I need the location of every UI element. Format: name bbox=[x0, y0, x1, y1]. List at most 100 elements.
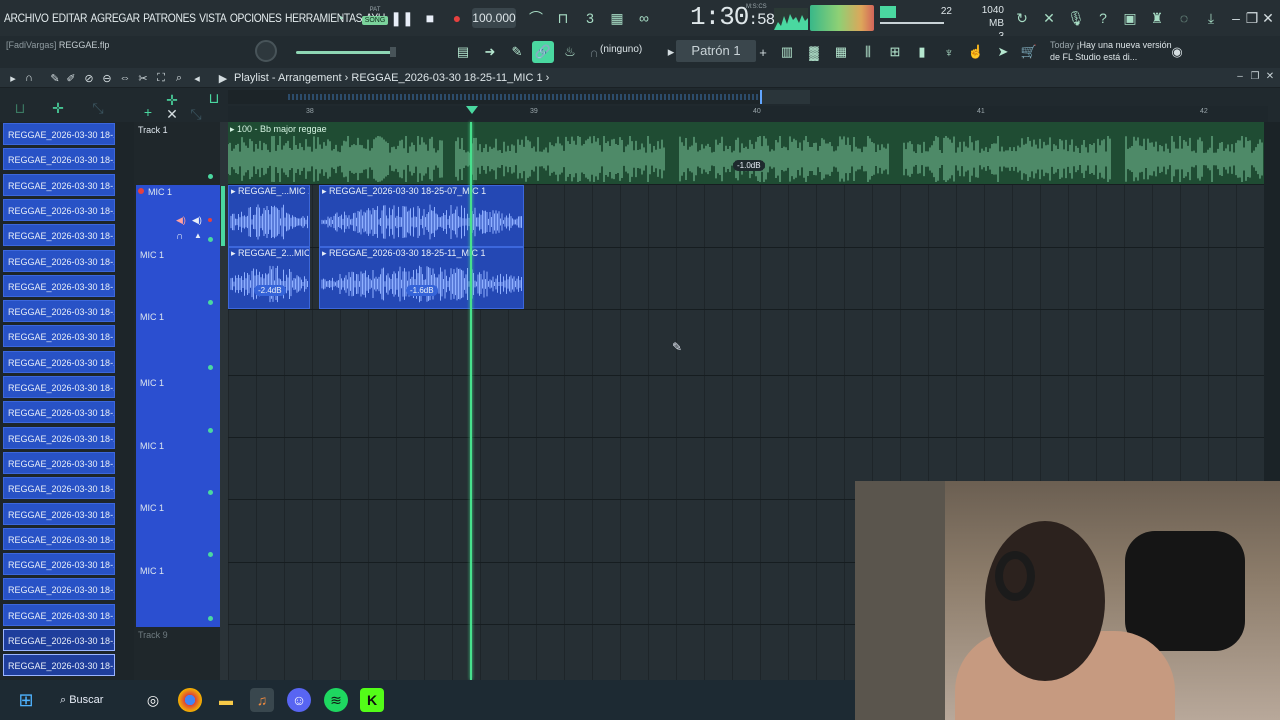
track-active-dot[interactable] bbox=[208, 616, 213, 621]
tempo-display[interactable]: 100.000 bbox=[472, 8, 516, 28]
save-icon[interactable]: ▣ bbox=[1120, 8, 1140, 28]
wait-input-icon[interactable]: ⊓ bbox=[553, 8, 573, 28]
browser-clip-item[interactable]: REGGAE_2026-03-30 18-... bbox=[3, 401, 115, 424]
menu-opciones[interactable]: OPCIONES bbox=[230, 11, 282, 25]
windows-start-icon[interactable]: ⊞ bbox=[14, 688, 38, 712]
touch-keyboard-icon[interactable]: ☝ bbox=[965, 41, 987, 63]
track-header-mic[interactable]: MIC 1 bbox=[136, 497, 220, 559]
record-icon[interactable]: ● bbox=[447, 8, 467, 28]
track-active-dot[interactable] bbox=[208, 428, 213, 433]
pause-icon[interactable]: ❚❚ bbox=[390, 8, 413, 28]
track-active-dot[interactable] bbox=[208, 237, 213, 242]
channel-rack-icon[interactable]: ▓ bbox=[803, 41, 825, 63]
browser-clip-item[interactable]: REGGAE_2026-03-30 18-... bbox=[3, 451, 115, 474]
link-icon[interactable]: 🔗 bbox=[532, 41, 554, 63]
playlist-maximize-icon[interactable]: ❐ bbox=[1248, 71, 1262, 85]
paint-icon[interactable]: ✐ bbox=[64, 71, 78, 85]
browser-clip-item[interactable]: REGGAE_2026-03-30 18-... bbox=[3, 654, 115, 677]
spotlight-icon[interactable]: ◎ bbox=[141, 688, 165, 712]
folder-icon[interactable]: ▬ bbox=[214, 688, 238, 712]
taskbar-search[interactable]: ⌕ Buscar bbox=[60, 688, 128, 712]
speaker-icon[interactable]: ◀) bbox=[176, 215, 186, 226]
browser-clip-item[interactable]: REGGAE_2026-03-30 18-... bbox=[3, 300, 115, 323]
menu-archivo[interactable]: ARCHIVO bbox=[4, 11, 49, 25]
browser-icon[interactable]: ⊞ bbox=[884, 41, 906, 63]
record-arm-icon[interactable]: ◔ bbox=[330, 8, 350, 28]
track-active-dot[interactable] bbox=[208, 365, 213, 370]
browser-toggle-icon[interactable]: ⊔ bbox=[12, 100, 28, 116]
piano-roll-icon[interactable]: ▤ bbox=[452, 41, 474, 63]
one-click-icon[interactable]: ➤ bbox=[992, 41, 1014, 63]
playlist-close-icon[interactable]: ✕ bbox=[1263, 71, 1277, 85]
browser-clip-item[interactable]: REGGAE_2026-03-30 18-... bbox=[3, 123, 115, 145]
spotify-icon[interactable]: ≋ bbox=[324, 688, 348, 712]
store-icon[interactable]: 🛒 bbox=[1018, 41, 1040, 63]
close-icon[interactable]: ✕ bbox=[1258, 8, 1278, 28]
plugin-db-icon[interactable]: ▮ bbox=[911, 41, 933, 63]
browser-clip-item[interactable]: REGGAE_2026-03-30 18-... bbox=[3, 148, 115, 171]
pat-song-toggle[interactable]: PAT SONG bbox=[362, 7, 388, 29]
browser-clip-item[interactable]: REGGAE_2026-03-30 18-... bbox=[3, 198, 115, 221]
master-pitch-slider[interactable] bbox=[296, 47, 396, 57]
audio-clip-vocal[interactable]: ▸ REGGAE_2026-03-30 18-25-11_MIC 1 bbox=[319, 247, 524, 309]
menu-agregar[interactable]: AGREGAR bbox=[91, 11, 141, 25]
browser-clip-item[interactable]: REGGAE_2026-03-30 18-... bbox=[3, 376, 115, 398]
track-header-mic[interactable]: MIC 1 bbox=[136, 247, 220, 309]
track-name[interactable]: Track 1 bbox=[138, 125, 168, 135]
add-track-icon[interactable]: + bbox=[140, 104, 156, 120]
playlist-overview-scrollbar[interactable] bbox=[228, 90, 810, 104]
zoom-icon[interactable]: ⌕ bbox=[172, 71, 186, 85]
track-header-mic[interactable]: MIC 1 ◀) ◀) ∩ ▲ bbox=[136, 185, 220, 247]
slip-icon[interactable]: ⇔ bbox=[118, 71, 132, 85]
track-header-mic[interactable]: MIC 1 bbox=[136, 559, 220, 627]
track-header-mic[interactable]: MIC 1 bbox=[136, 309, 220, 372]
audio-clip-vocal[interactable]: ▸ REGGAE_...MIC 1 bbox=[228, 185, 310, 247]
pencil-icon[interactable]: ✎ bbox=[506, 41, 528, 63]
microphone-icon[interactable]: 🎙 bbox=[1066, 8, 1086, 28]
menu-herramientas[interactable]: HERRAMIENTAS bbox=[285, 11, 362, 25]
track-active-dot[interactable] bbox=[208, 300, 213, 305]
track-group-icon[interactable]: ⊔ bbox=[206, 90, 222, 106]
playlist-menu-icon[interactable]: ▸ bbox=[6, 71, 20, 85]
playback-icon[interactable]: ◂ bbox=[190, 71, 204, 85]
browser-clip-item[interactable]: REGGAE_2026-03-30 18-... bbox=[3, 224, 115, 247]
playhead[interactable] bbox=[470, 122, 472, 680]
menu-vista[interactable]: VISTA bbox=[199, 11, 227, 25]
menu-editar[interactable]: EDITAR bbox=[52, 11, 87, 25]
piano-icon[interactable]: ▦ bbox=[830, 41, 852, 63]
audio-clip-beat[interactable]: ▸ 100 - Bb major reggae bbox=[228, 122, 1264, 184]
master-volume-knob[interactable] bbox=[255, 40, 277, 62]
track-name[interactable]: Track 9 bbox=[138, 630, 168, 640]
undo-history-icon[interactable]: ↻ bbox=[1012, 8, 1032, 28]
plugin-icon[interactable]: ♜ bbox=[1147, 8, 1167, 28]
kick-icon[interactable]: K bbox=[360, 688, 384, 712]
up-arrow-icon[interactable]: ▲ bbox=[194, 231, 202, 240]
browser-clip-item[interactable]: REGGAE_2026-03-30 18-... bbox=[3, 527, 115, 550]
step-edit-icon[interactable]: ▦ bbox=[607, 8, 627, 28]
news-panel[interactable]: Today ¡Hay una nueva versión de FL Studi… bbox=[1050, 39, 1172, 63]
track-active-dot[interactable] bbox=[208, 552, 213, 557]
mixer-view-icon[interactable]: ⫼ bbox=[857, 41, 879, 63]
chrome-icon[interactable] bbox=[178, 688, 202, 712]
fl-studio-icon[interactable]: ♫ bbox=[250, 688, 274, 712]
loop-record-icon[interactable]: ∞ bbox=[634, 8, 654, 28]
metronome-icon[interactable]: ⌒ bbox=[526, 8, 546, 28]
help-icon[interactable]: ? bbox=[1093, 8, 1113, 28]
magnet-snap-icon[interactable]: ∩ bbox=[22, 71, 36, 85]
plugin-picker-icon[interactable]: ♆ bbox=[938, 41, 960, 63]
track-mode-icon[interactable]: ✛ bbox=[50, 100, 66, 116]
browser-clip-item[interactable]: REGGAE_2026-03-30 18-... bbox=[3, 629, 115, 651]
browser-clip-item[interactable]: REGGAE_2026-03-30 18-... bbox=[3, 553, 115, 576]
track-active-dot[interactable] bbox=[208, 490, 213, 495]
download-icon[interactable]: ⤓ bbox=[1201, 8, 1221, 28]
resize-icon[interactable]: ⤡ bbox=[90, 100, 106, 116]
countdown-icon[interactable]: 3 bbox=[580, 8, 600, 28]
arrow-right-icon[interactable]: ➜ bbox=[479, 41, 501, 63]
browser-clip-item[interactable]: REGGAE_2026-03-30 18-... bbox=[3, 477, 115, 500]
track-header-splitter[interactable] bbox=[220, 122, 228, 680]
playlist-play-icon[interactable]: ▶ bbox=[216, 71, 230, 85]
browser-clip-item[interactable]: REGGAE_2026-03-30 18-... bbox=[3, 578, 115, 601]
browser-clip-item[interactable]: REGGAE_2026-03-30 18-... bbox=[3, 173, 115, 196]
audio-clip-vocal[interactable]: ▸ REGGAE_2...MIC 1 bbox=[228, 247, 310, 309]
chat-icon[interactable]: ◌ bbox=[1174, 8, 1194, 28]
